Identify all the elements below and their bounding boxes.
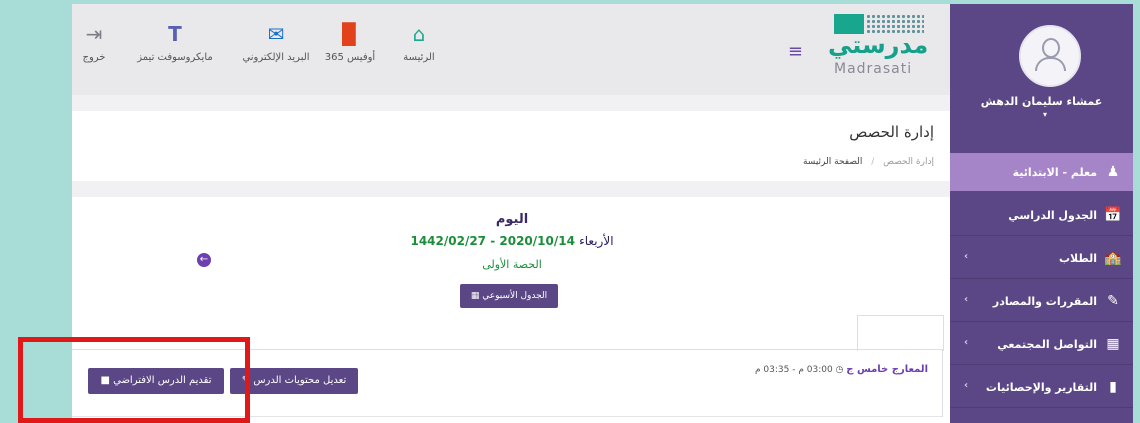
nav-email-label: البريد الإلكتروني	[242, 52, 310, 63]
nav-teams[interactable]: T مايكروسوفت تيمز	[130, 22, 220, 63]
logout-icon: ⇥	[85, 22, 103, 46]
top-header: مدرستي Madrasati ≡ ⌂ الرئيسة ▉ أوفيس 365…	[72, 4, 950, 95]
user-name[interactable]: عمشاء سليمان الدهش	[950, 95, 1133, 108]
home-icon: ⌂	[412, 22, 426, 46]
chevron-left-icon: ‹	[964, 380, 969, 391]
community-icon: ▦	[1106, 336, 1120, 352]
nav-home-label: الرئيسة	[403, 52, 435, 63]
sidebar-item-students[interactable]: 🏫 الطلاب ‹	[950, 238, 1133, 279]
teams-icon: T	[168, 22, 182, 46]
chevron-left-icon: ‹	[964, 251, 969, 262]
session-class-name[interactable]: المعارج خامس ج	[846, 364, 928, 375]
clock-icon: ◷	[832, 365, 844, 375]
sidebar-item-label: الجدول الدراسي	[1008, 208, 1097, 222]
user-avatar[interactable]	[1019, 25, 1081, 87]
sidebar-item-role[interactable]: ♟ معلم - الابتدائية	[950, 153, 1133, 191]
avatar-body	[1035, 57, 1066, 71]
edit-lesson-label: تعديل محتويات الدرس	[253, 375, 347, 386]
date-line: 1442/02/27 - 2020/10/14 الأربعاء	[362, 234, 662, 248]
virtual-lesson-label: تقديم الدرس الافتراضي	[113, 375, 212, 386]
logo-english-text: Madrasati	[834, 61, 913, 77]
logo-arabic-text: مدرستي	[828, 31, 929, 59]
pencil-icon: ✎	[241, 375, 254, 386]
date-value: 1442/02/27 - 2020/10/14	[410, 234, 575, 248]
bar-chart-icon: ▮	[1109, 379, 1117, 395]
nav-office365-label: أوفيس 365	[324, 52, 376, 63]
edit-book-icon: ✎	[1107, 293, 1119, 309]
schedule-card: اليوم 1442/02/27 - 2020/10/14 الأربعاء ا…	[72, 197, 950, 423]
sidebar-item-courses[interactable]: ✎ المقررات والمصادر ‹	[950, 281, 1133, 322]
day-name: الأربعاء	[579, 234, 614, 248]
edit-lesson-button[interactable]: ✎ تعديل محتويات الدرس	[230, 368, 358, 394]
page-title: إدارة الحصص	[849, 123, 934, 141]
app-window: مدرستي Madrasati ≡ ⌂ الرئيسة ▉ أوفيس 365…	[72, 4, 1133, 423]
sidebar: عمشاء سليمان الدهش ▾ ♟ معلم - الابتدائية…	[950, 4, 1133, 423]
nav-home[interactable]: ⌂ الرئيسة	[394, 22, 444, 63]
chevron-left-icon: ‹	[964, 337, 969, 348]
nav-email[interactable]: ✉ البريد الإلكتروني	[232, 22, 320, 63]
session-row: المعارج خامس ج ◷ 03:00 م - 03:35 م ✎ تعد…	[72, 349, 943, 417]
sidebar-item-label: التواصل المجتمعي	[997, 337, 1097, 351]
role-label: معلم - الابتدائية	[1012, 165, 1097, 179]
teacher-icon: ♟	[1106, 164, 1120, 180]
back-arrow-icon[interactable]: ←	[197, 253, 211, 267]
nav-logout[interactable]: ⇥ خروج	[74, 22, 114, 63]
students-icon: 🏫	[1104, 250, 1122, 266]
avatar-head	[1042, 38, 1060, 58]
session-time: 03:00 م - 03:35 م	[754, 365, 833, 375]
breadcrumb-separator: /	[871, 157, 875, 167]
today-label: اليوم	[495, 212, 529, 227]
user-caret-icon[interactable]: ▾	[1043, 110, 1047, 119]
period-label: الحصة الأولى	[482, 258, 542, 271]
breadcrumb-current: إدارة الحصص	[883, 157, 934, 167]
virtual-lesson-button[interactable]: ■ تقديم الدرس الافتراضي	[88, 368, 224, 394]
breadcrumb: إدارة الحصص / الصفحة الرئيسة	[803, 157, 934, 167]
page-header-card: إدارة الحصص إدارة الحصص / الصفحة الرئيسة	[72, 111, 950, 181]
session-info: المعارج خامس ج ◷ 03:00 م - 03:35 م	[755, 364, 928, 375]
sidebar-item-community[interactable]: ▦ التواصل المجتمعي ‹	[950, 324, 1133, 365]
menu-icon[interactable]: ≡	[788, 41, 803, 62]
sidebar-item-reports[interactable]: ▮ التقارير والإحصائيات ‹	[950, 367, 1133, 408]
sidebar-item-schedule[interactable]: 📅 الجدول الدراسي	[950, 195, 1133, 236]
madrasati-logo[interactable]: مدرستي Madrasati	[828, 9, 928, 77]
office-icon: ▉	[342, 22, 358, 46]
weekly-schedule-label: الجدول الأسبوعي	[482, 291, 548, 301]
nav-teams-label: مايكروسوفت تيمز	[137, 52, 213, 63]
session-tab	[857, 315, 944, 351]
nav-logout-label: خروج	[82, 52, 106, 63]
sidebar-item-label: المقررات والمصادر	[992, 294, 1097, 308]
calendar-icon: ▦	[470, 291, 483, 301]
breadcrumb-home[interactable]: الصفحة الرئيسة	[803, 157, 862, 167]
video-camera-icon: ■	[100, 375, 114, 386]
outlook-icon: ✉	[267, 22, 285, 46]
chevron-left-icon: ‹	[964, 294, 969, 305]
weekly-schedule-button[interactable]: ▦ الجدول الأسبوعي	[460, 284, 558, 308]
nav-office365[interactable]: ▉ أوفيس 365	[320, 22, 380, 63]
sidebar-item-label: الطلاب	[1058, 251, 1097, 265]
calendar-clock-icon: 📅	[1104, 207, 1122, 223]
sidebar-item-label: التقارير والإحصائيات	[985, 380, 1097, 394]
